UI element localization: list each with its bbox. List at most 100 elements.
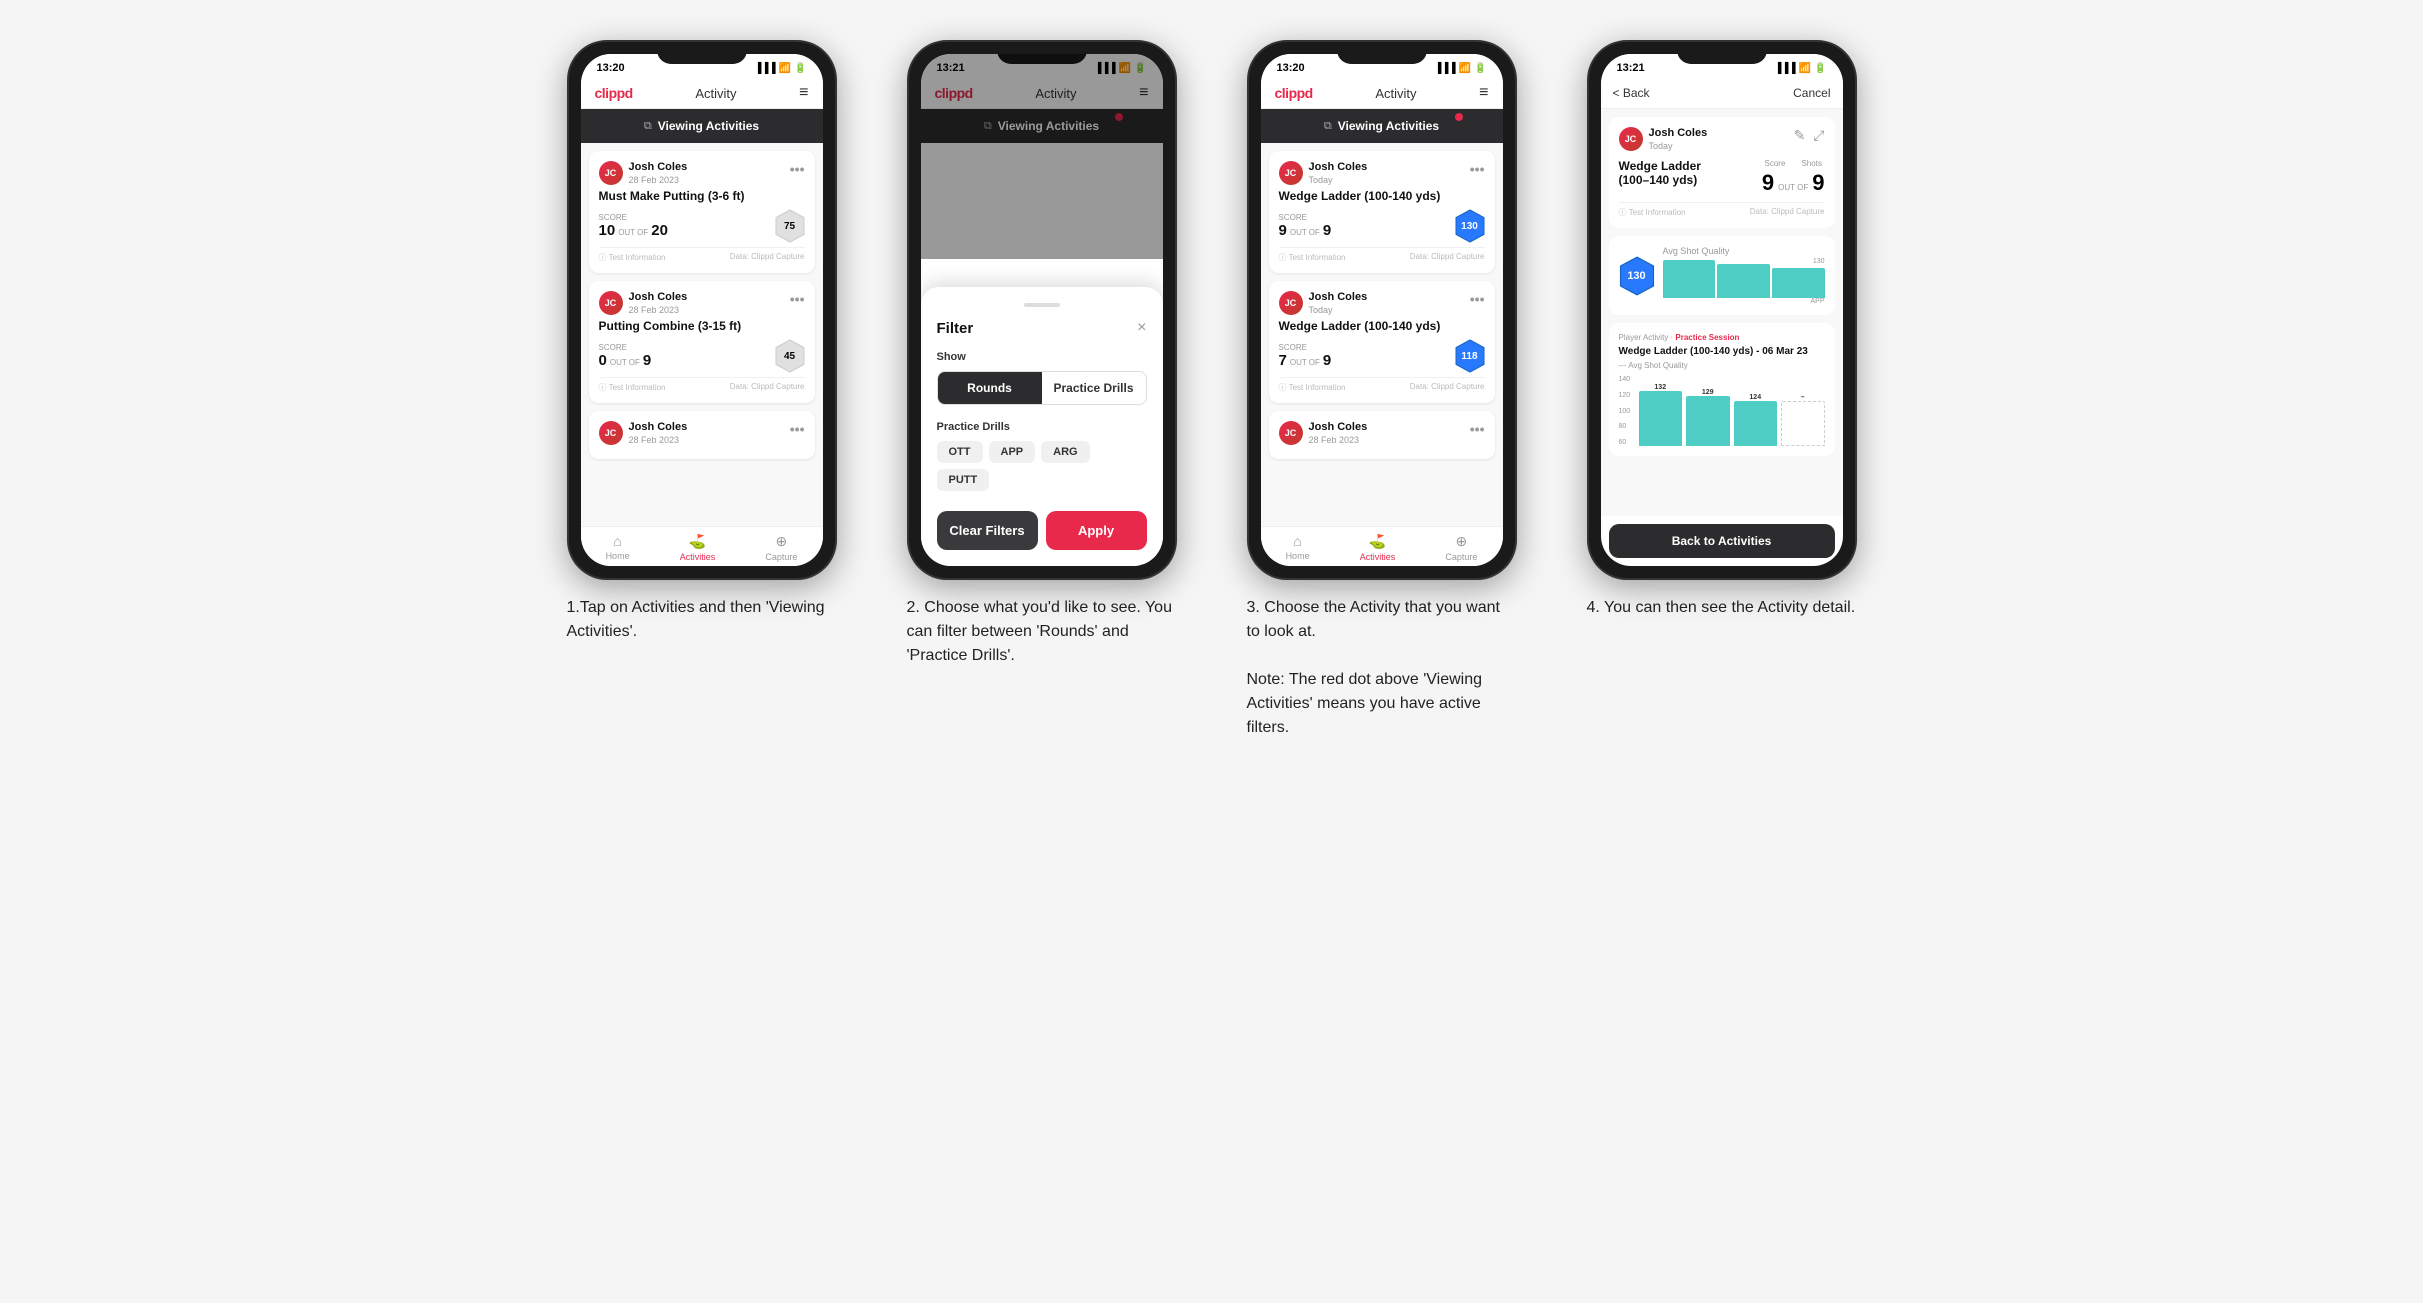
viewing-banner-3[interactable]: ⧉ Viewing Activities xyxy=(1261,109,1503,143)
activity-card-1-2[interactable]: JC Josh Coles 28 Feb 2023 ••• Putting Co… xyxy=(589,281,815,403)
modal-overlay-2[interactable] xyxy=(921,54,1163,259)
detail-user-card: JC Josh Coles Today ✎ ⤢ xyxy=(1609,117,1835,228)
practice-drills-btn[interactable]: Practice Drills xyxy=(1042,372,1146,404)
chip-ott[interactable]: OTT xyxy=(937,441,983,463)
activity-card-3-3: JC Josh Coles 28 Feb 2023 ••• xyxy=(1269,411,1495,459)
session-card: Player Activity · Practice Session Wedge… xyxy=(1609,323,1835,456)
more-dots-1-3[interactable]: ••• xyxy=(790,421,805,437)
activity-card-3-2[interactable]: JC Josh Coles Today ••• Wedge Ladder (10… xyxy=(1269,281,1495,403)
menu-icon-1[interactable]: ≡ xyxy=(799,84,808,102)
detail-header: < Back Cancel xyxy=(1601,78,1843,109)
back-button[interactable]: < Back xyxy=(1613,86,1650,100)
session-avg-label: --- Avg Shot Quality xyxy=(1619,361,1825,370)
more-dots-3-1[interactable]: ••• xyxy=(1470,161,1485,177)
footer-right-3-2: Data: Clippd Capture xyxy=(1410,382,1485,393)
user-date-3-1: Today xyxy=(1309,175,1368,185)
bar-val-3: 124 xyxy=(1749,394,1761,401)
chip-arg[interactable]: ARG xyxy=(1041,441,1089,463)
user-name-3-1: Josh Coles xyxy=(1309,161,1368,174)
bottom-tabs-3: ⌂ Home ⛳ Activities ⊕ Capture xyxy=(1261,526,1503,566)
chip-app[interactable]: APP xyxy=(989,441,1036,463)
activity-card-3-1[interactable]: JC Josh Coles Today ••• Wedge Ladder (10… xyxy=(1269,151,1495,273)
caption-2: 2. Choose what you'd like to see. You ca… xyxy=(907,596,1177,668)
phone-notch-3 xyxy=(1337,42,1427,64)
banner-text-1: Viewing Activities xyxy=(658,119,759,133)
tab-activities-3[interactable]: ⛳ Activities xyxy=(1360,533,1396,562)
avatar-1-3: JC xyxy=(599,421,623,445)
nav-title-3: Activity xyxy=(1375,86,1416,101)
bar-val-1: 132 xyxy=(1654,384,1666,391)
phone-1: 13:20 ▐▐▐ 📶 🔋 clippd Activity ≡ ⧉ Vi xyxy=(567,40,837,580)
score-col-label: Score xyxy=(1765,159,1786,168)
user-date-1-1: 28 Feb 2023 xyxy=(629,175,688,185)
clear-filters-btn[interactable]: Clear Filters xyxy=(937,511,1038,550)
session-type: Practice Session xyxy=(1675,333,1739,342)
signal-icon: ▐▐▐ xyxy=(754,63,775,74)
avatar-1-2: JC xyxy=(599,291,623,315)
shots-col-label: Shots xyxy=(1801,159,1821,168)
user-date-1-2: 28 Feb 2023 xyxy=(629,305,688,315)
quality-badge-1-2: 45 xyxy=(775,339,805,373)
wifi-icon: 📶 xyxy=(779,63,791,74)
cancel-button[interactable]: Cancel xyxy=(1793,86,1830,100)
tab-activities-1[interactable]: ⛳ Activities xyxy=(680,533,716,562)
out-of-3-2: OUT OF xyxy=(1290,358,1320,369)
y-label-80: 80 xyxy=(1619,423,1631,430)
wifi-icon-4: 📶 xyxy=(1799,63,1811,74)
activities-icon-1: ⛳ xyxy=(689,533,706,550)
score-label-1-2: Score xyxy=(599,343,652,352)
modal-close-btn[interactable]: × xyxy=(1137,319,1146,337)
rounds-btn[interactable]: Rounds xyxy=(938,372,1042,404)
session-label: Player Activity · Practice Session xyxy=(1619,333,1825,342)
apply-btn[interactable]: Apply xyxy=(1046,511,1147,550)
footer-right-1-2: Data: Clippd Capture xyxy=(730,382,805,393)
viewing-banner-1[interactable]: ⧉ Viewing Activities xyxy=(581,109,823,143)
modal-handle xyxy=(1024,303,1060,307)
phone-1-content: JC Josh Coles 28 Feb 2023 ••• Must Make … xyxy=(581,143,823,526)
tab-home-1[interactable]: ⌂ Home xyxy=(606,533,630,562)
more-dots-1-2[interactable]: ••• xyxy=(790,291,805,307)
detail-score-val: 9 xyxy=(1762,170,1774,196)
score-val-3-1: 9 xyxy=(1279,222,1287,239)
shots-val-3-1: 9 xyxy=(1323,222,1331,239)
wifi-icon-3: 📶 xyxy=(1459,63,1471,74)
home-icon-1: ⌂ xyxy=(613,533,621,549)
score-label-3-2: Score xyxy=(1279,343,1332,352)
edit-icon[interactable]: ✎ xyxy=(1794,127,1806,144)
tab-capture-3[interactable]: ⊕ Capture xyxy=(1445,533,1477,562)
chip-putt[interactable]: PUTT xyxy=(937,469,990,491)
score-label-3-1: Score xyxy=(1279,213,1332,222)
nav-logo-3: clippd xyxy=(1275,85,1313,101)
tab-capture-label-3: Capture xyxy=(1445,552,1477,562)
detail-avatar: JC xyxy=(1619,127,1643,151)
avatar-3-3: JC xyxy=(1279,421,1303,445)
more-dots-1-1[interactable]: ••• xyxy=(790,161,805,177)
activity-card-1-1[interactable]: JC Josh Coles 28 Feb 2023 ••• Must Make … xyxy=(589,151,815,273)
expand-icon[interactable]: ⤢ xyxy=(1813,127,1824,144)
footer-left-1-1: ⓘ Test Information xyxy=(599,252,666,263)
more-dots-3-3[interactable]: ••• xyxy=(1470,421,1485,437)
status-icons-1: ▐▐▐ 📶 🔋 xyxy=(754,63,806,74)
menu-icon-3[interactable]: ≡ xyxy=(1479,84,1488,102)
status-icons-4: ▐▐▐ 📶 🔋 xyxy=(1774,63,1826,74)
card-title-3-1: Wedge Ladder (100-140 yds) xyxy=(1279,189,1485,203)
user-info-1-2: JC Josh Coles 28 Feb 2023 xyxy=(599,291,688,315)
phone-3: 13:20 ▐▐▐ 📶 🔋 clippd Activity ≡ ⧉ Vi xyxy=(1247,40,1517,580)
tab-activities-label-3: Activities xyxy=(1360,552,1396,562)
quality-badge-3-2: 118 xyxy=(1455,339,1485,373)
signal-icon-4: ▐▐▐ xyxy=(1774,63,1795,74)
user-name-1-1: Josh Coles xyxy=(629,161,688,174)
back-to-activities-btn[interactable]: Back to Activities xyxy=(1609,524,1835,558)
bar-chart-4 xyxy=(1781,401,1825,446)
avatar-1-1: JC xyxy=(599,161,623,185)
avg-quality-card: 130 Avg Shot Quality 130 xyxy=(1609,236,1835,315)
status-time-1: 13:20 xyxy=(597,62,625,74)
tab-capture-1[interactable]: ⊕ Capture xyxy=(765,533,797,562)
status-time-4: 13:21 xyxy=(1617,62,1645,74)
more-dots-3-2[interactable]: ••• xyxy=(1470,291,1485,307)
capture-icon-1: ⊕ xyxy=(776,533,788,550)
tab-home-3[interactable]: ⌂ Home xyxy=(1286,533,1310,562)
status-icons-3: ▐▐▐ 📶 🔋 xyxy=(1434,63,1486,74)
user-info-3-2: JC Josh Coles Today xyxy=(1279,291,1368,315)
detail-out-of: OUT OF xyxy=(1778,183,1808,192)
